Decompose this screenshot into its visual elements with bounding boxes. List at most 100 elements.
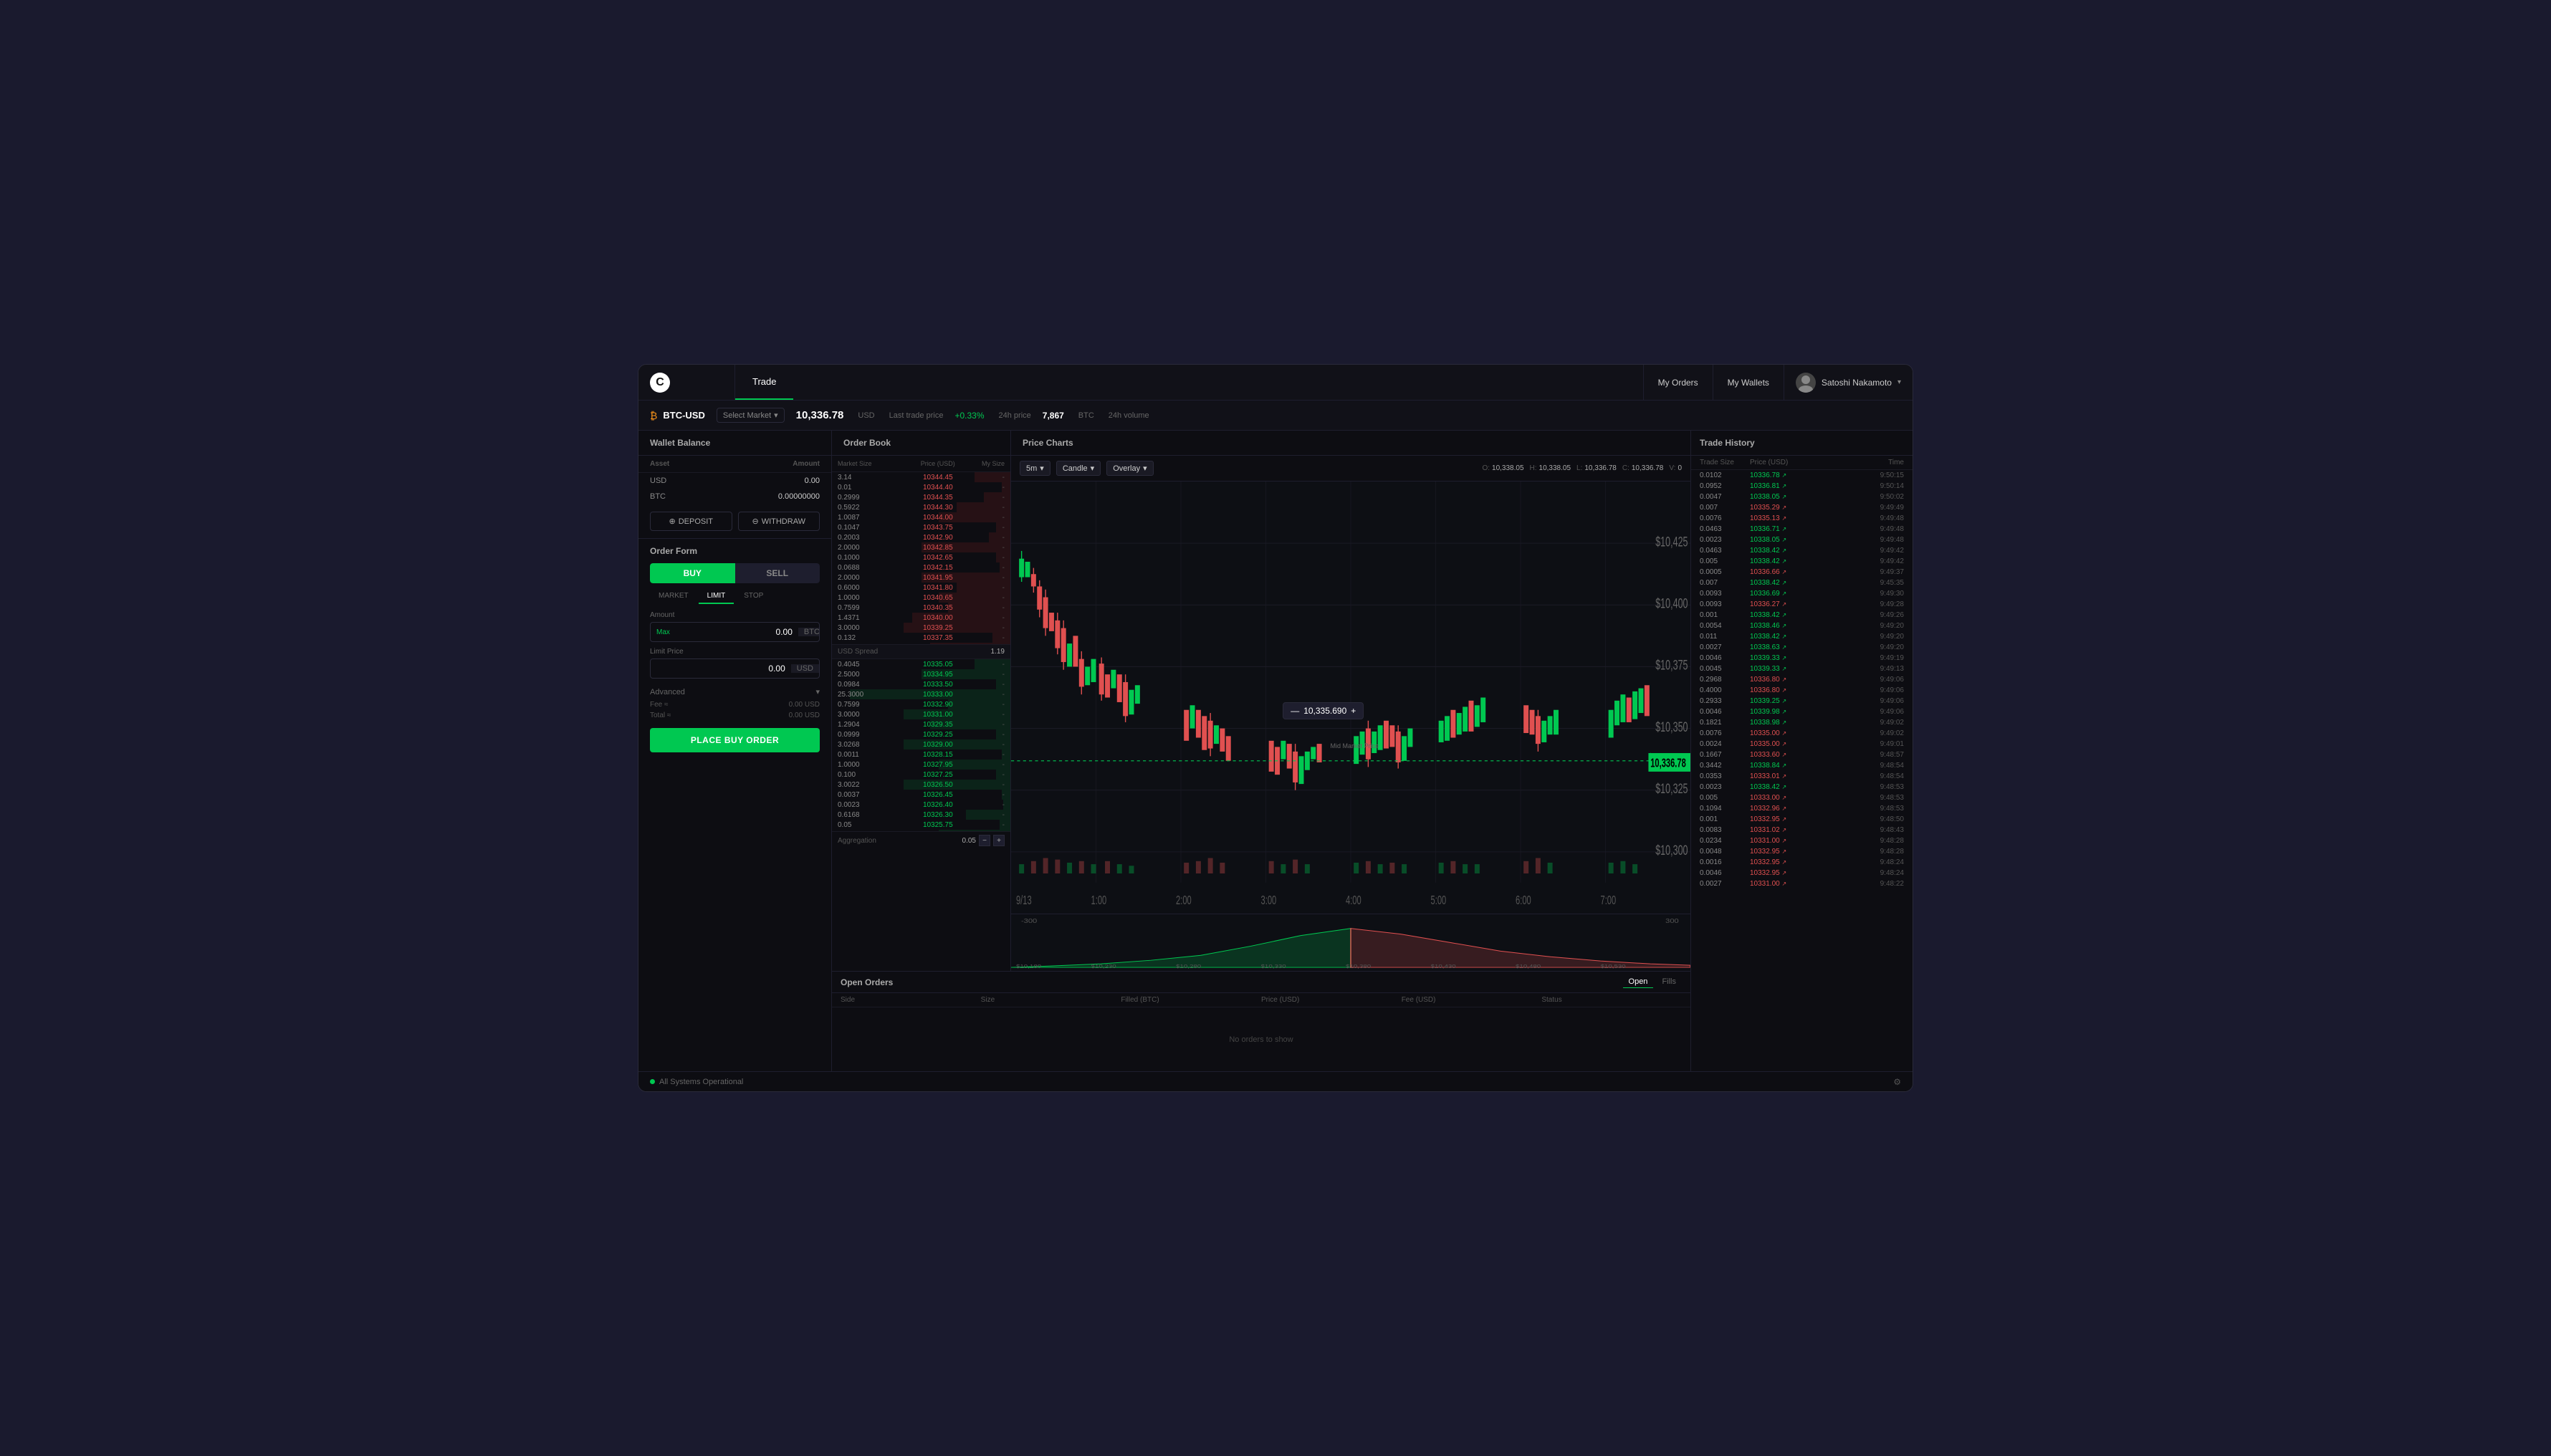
ob-bid-row[interactable]: 0.100 10327.25 - bbox=[832, 770, 1010, 780]
trade-row[interactable]: 0.0047 10338.05 ↗ 9:50:02 bbox=[1691, 492, 1913, 502]
agg-plus-button[interactable]: + bbox=[993, 835, 1005, 846]
trade-row[interactable]: 0.011 10338.42 ↗ 9:49:20 bbox=[1691, 631, 1913, 642]
trade-row[interactable]: 0.001 10332.95 ↗ 9:48:50 bbox=[1691, 814, 1913, 825]
trade-row[interactable]: 0.2968 10336.80 ↗ 9:49:06 bbox=[1691, 674, 1913, 685]
trade-row[interactable]: 0.005 10338.42 ↗ 9:49:42 bbox=[1691, 556, 1913, 567]
trade-row[interactable]: 0.0024 10335.00 ↗ 9:49:01 bbox=[1691, 739, 1913, 749]
ob-bid-row[interactable]: 0.6168 10326.30 - bbox=[832, 810, 1010, 820]
ob-ask-row[interactable]: 0.6000 10341.80 - bbox=[832, 583, 1010, 593]
ob-ask-row[interactable]: 1.0000 10340.65 - bbox=[832, 593, 1010, 603]
trade-row[interactable]: 0.0027 10338.63 ↗ 9:49:20 bbox=[1691, 642, 1913, 653]
ob-bid-row[interactable]: 0.0011 10328.15 - bbox=[832, 749, 1010, 760]
ob-bid-row[interactable]: 0.7599 10332.90 - bbox=[832, 699, 1010, 709]
trade-row[interactable]: 0.0046 10339.33 ↗ 9:49:19 bbox=[1691, 653, 1913, 664]
ob-ask-row[interactable]: 3.0000 10339.25 - bbox=[832, 623, 1010, 633]
trade-row[interactable]: 0.0016 10332.95 ↗ 9:48:24 bbox=[1691, 857, 1913, 868]
place-order-button[interactable]: PLACE BUY ORDER bbox=[650, 728, 820, 752]
trade-row[interactable]: 0.1667 10333.60 ↗ 9:48:57 bbox=[1691, 749, 1913, 760]
ob-ask-row[interactable]: 0.2999 10344.35 - bbox=[832, 492, 1010, 502]
ob-ask-row[interactable]: 2.414 10336.55 - bbox=[832, 643, 1010, 644]
trade-row[interactable]: 0.0234 10331.00 ↗ 9:48:28 bbox=[1691, 835, 1913, 846]
ob-bid-row[interactable]: 0.0037 10326.45 - bbox=[832, 790, 1010, 800]
trade-row[interactable]: 0.0353 10333.01 ↗ 9:48:54 bbox=[1691, 771, 1913, 782]
my-orders-button[interactable]: My Orders bbox=[1643, 365, 1713, 400]
trade-row[interactable]: 0.0046 10332.95 ↗ 9:48:24 bbox=[1691, 868, 1913, 878]
deposit-button[interactable]: ⊕ DEPOSIT bbox=[650, 512, 732, 531]
max-link[interactable]: Max bbox=[651, 628, 676, 636]
trade-row[interactable]: 0.0023 10338.42 ↗ 9:48:53 bbox=[1691, 782, 1913, 792]
trade-row[interactable]: 0.4000 10336.80 ↗ 9:49:06 bbox=[1691, 685, 1913, 696]
ob-ask-row[interactable]: 0.1047 10343.75 - bbox=[832, 522, 1010, 532]
buy-button[interactable]: BUY bbox=[650, 563, 735, 583]
trade-row[interactable]: 0.1094 10332.96 ↗ 9:48:53 bbox=[1691, 803, 1913, 814]
ob-bid-row[interactable]: 1.2904 10329.35 - bbox=[832, 719, 1010, 729]
trade-row[interactable]: 0.0045 10339.33 ↗ 9:49:13 bbox=[1691, 664, 1913, 674]
ob-ask-row[interactable]: 2.0000 10342.85 - bbox=[832, 542, 1010, 552]
ob-bid-row[interactable]: 2.5000 10334.95 - bbox=[832, 669, 1010, 679]
trade-row[interactable]: 0.0093 10336.69 ↗ 9:49:30 bbox=[1691, 588, 1913, 599]
ob-ask-row[interactable]: 1.0087 10344.00 - bbox=[832, 512, 1010, 522]
trade-row[interactable]: 0.0083 10331.02 ↗ 9:48:43 bbox=[1691, 825, 1913, 835]
withdraw-button[interactable]: ⊖ WITHDRAW bbox=[738, 512, 820, 531]
market-tab[interactable]: MARKET bbox=[650, 589, 697, 604]
ob-bid-row[interactable]: 25.3000 10333.00 - bbox=[832, 689, 1010, 699]
overlay-select[interactable]: Overlay ▾ bbox=[1106, 461, 1153, 476]
trade-row[interactable]: 0.0027 10331.00 ↗ 9:48:22 bbox=[1691, 878, 1913, 889]
trade-row[interactable]: 0.1821 10338.98 ↗ 9:49:02 bbox=[1691, 717, 1913, 728]
chart-area[interactable]: $10,425 $10,400 $10,375 $10,350 $10,336.… bbox=[1011, 482, 1690, 914]
tab-fills[interactable]: Fills bbox=[1656, 976, 1682, 988]
ob-ask-row[interactable]: 0.132 10337.35 - bbox=[832, 633, 1010, 643]
my-wallets-button[interactable]: My Wallets bbox=[1713, 365, 1784, 400]
sell-button[interactable]: SELL bbox=[735, 563, 820, 583]
timeframe-select[interactable]: 5m ▾ bbox=[1020, 461, 1050, 476]
trade-row[interactable]: 0.0093 10336.27 ↗ 9:49:28 bbox=[1691, 599, 1913, 610]
ob-bid-row[interactable]: 0.4045 10335.05 - bbox=[832, 659, 1010, 669]
ob-bid-row[interactable]: 3.0000 10331.00 - bbox=[832, 709, 1010, 719]
ob-bid-row[interactable]: 3.0268 10329.00 - bbox=[832, 739, 1010, 749]
trade-row[interactable]: 0.0952 10336.81 ↗ 9:50:14 bbox=[1691, 481, 1913, 492]
ob-bid-row[interactable]: 3.0022 10326.50 - bbox=[832, 780, 1010, 790]
trade-row[interactable]: 0.007 10335.29 ↗ 9:49:49 bbox=[1691, 502, 1913, 513]
ob-ask-row[interactable]: 2.0000 10341.95 - bbox=[832, 573, 1010, 583]
agg-minus-button[interactable]: − bbox=[979, 835, 990, 846]
advanced-row[interactable]: Advanced ▾ bbox=[650, 684, 820, 699]
stop-tab[interactable]: STOP bbox=[735, 589, 772, 604]
trade-row[interactable]: 0.0102 10336.78 ↗ 9:50:15 bbox=[1691, 470, 1913, 481]
limit-price-input[interactable] bbox=[651, 659, 791, 678]
trade-row[interactable]: 0.0463 10336.71 ↗ 9:49:48 bbox=[1691, 524, 1913, 535]
trade-row[interactable]: 0.0023 10338.05 ↗ 9:49:48 bbox=[1691, 535, 1913, 545]
trade-row[interactable]: 0.0046 10339.98 ↗ 9:49:06 bbox=[1691, 707, 1913, 717]
trade-row[interactable]: 0.005 10333.00 ↗ 9:48:53 bbox=[1691, 792, 1913, 803]
trade-row[interactable]: 0.0076 10335.13 ↗ 9:49:48 bbox=[1691, 513, 1913, 524]
trade-row[interactable]: 0.0076 10335.00 ↗ 9:49:02 bbox=[1691, 728, 1913, 739]
ob-bid-row[interactable]: 0.05 10325.75 - bbox=[832, 820, 1010, 830]
ob-bid-row[interactable]: 1.0000 10325.45 - bbox=[832, 830, 1010, 831]
settings-icon[interactable]: ⚙ bbox=[1893, 1077, 1901, 1087]
limit-tab[interactable]: LIMIT bbox=[699, 589, 734, 604]
trade-row[interactable]: 0.2933 10339.25 ↗ 9:49:06 bbox=[1691, 696, 1913, 707]
ob-bid-row[interactable]: 0.0023 10326.40 - bbox=[832, 800, 1010, 810]
trade-row[interactable]: 0.0005 10336.66 ↗ 9:49:37 bbox=[1691, 567, 1913, 578]
trade-row[interactable]: 0.001 10338.42 ↗ 9:49:26 bbox=[1691, 610, 1913, 621]
trade-row[interactable]: 0.0048 10332.95 ↗ 9:48:28 bbox=[1691, 846, 1913, 857]
ob-ask-row[interactable]: 0.1000 10342.65 - bbox=[832, 552, 1010, 562]
depth-chart[interactable]: -300 300 $10,180 $10,230 $10,280 $10,330… bbox=[1011, 914, 1690, 971]
market-select-dropdown[interactable]: Select Market ▾ bbox=[717, 408, 785, 423]
nav-tab-trade[interactable]: Trade bbox=[735, 365, 793, 400]
trade-row[interactable]: 0.007 10338.42 ↗ 9:45:35 bbox=[1691, 578, 1913, 588]
user-area[interactable]: Satoshi Nakamoto ▾ bbox=[1784, 365, 1913, 400]
ob-ask-row[interactable]: 0.7599 10340.35 - bbox=[832, 603, 1010, 613]
ob-ask-row[interactable]: 3.14 10344.45 - bbox=[832, 472, 1010, 482]
ob-ask-row[interactable]: 0.2003 10342.90 - bbox=[832, 532, 1010, 542]
ob-bid-row[interactable]: 0.0984 10333.50 - bbox=[832, 679, 1010, 689]
trade-row[interactable]: 0.0463 10338.42 ↗ 9:49:42 bbox=[1691, 545, 1913, 556]
chart-type-select[interactable]: Candle ▾ bbox=[1056, 461, 1101, 476]
ob-bid-row[interactable]: 1.0000 10327.95 - bbox=[832, 760, 1010, 770]
ob-ask-row[interactable]: 0.5922 10344.30 - bbox=[832, 502, 1010, 512]
amount-input[interactable] bbox=[676, 623, 798, 641]
ob-ask-row[interactable]: 1.4371 10340.00 - bbox=[832, 613, 1010, 623]
trade-row[interactable]: 0.3442 10338.84 ↗ 9:48:54 bbox=[1691, 760, 1913, 771]
ob-bid-row[interactable]: 0.0999 10329.25 - bbox=[832, 729, 1010, 739]
ob-ask-row[interactable]: 0.0688 10342.15 - bbox=[832, 562, 1010, 573]
ob-ask-row[interactable]: 0.01 10344.40 - bbox=[832, 482, 1010, 492]
